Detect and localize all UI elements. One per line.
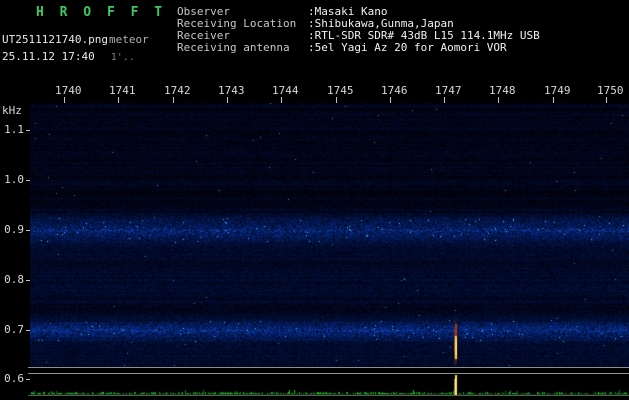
x-tick-label: 1749 — [544, 84, 571, 97]
spectrogram-plot — [30, 103, 629, 367]
app-title: H R O F F T — [36, 5, 167, 20]
x-tick-label: 1743 — [218, 84, 245, 97]
x-tick-label: 1747 — [435, 84, 462, 97]
x-tick-label: 1750 — [597, 84, 624, 97]
y-tick-label: 0.7 — [4, 323, 24, 336]
y-tick-label: 0.8 — [4, 273, 24, 286]
x-tick-label: 1748 — [489, 84, 516, 97]
y-tick-label: 1.0 — [4, 173, 24, 186]
time-line: 25.11.12 17:40 1'.. — [2, 50, 135, 63]
info-label: Receiving antenna — [177, 41, 290, 54]
station-tag: meteor — [108, 33, 149, 46]
y-axis-unit: kHz — [2, 104, 22, 117]
time-suffix: 1'.. — [110, 52, 135, 63]
spectrogram-canvas — [30, 103, 629, 367]
y-tick-label: 1.1 — [4, 123, 24, 136]
signal-level-canvas — [30, 374, 629, 395]
info-row-antenna: Receiving antenna :5el Yagi Az 20 for Ao… — [177, 42, 540, 54]
x-tick-label: 1742 — [164, 84, 191, 97]
separator-line — [28, 367, 629, 368]
x-tick-label: 1744 — [272, 84, 299, 97]
separator-line — [28, 395, 629, 396]
local-time: 25.11.12 17:40 — [2, 50, 95, 63]
output-filename: UT2511121740.png — [2, 33, 108, 46]
x-tick-label: 1745 — [327, 84, 354, 97]
y-tick-label: 0.6 — [4, 372, 24, 385]
signal-level-strip — [30, 374, 629, 395]
x-tick-label: 1741 — [109, 84, 136, 97]
info-value: :5el Yagi Az 20 for Aomori VOR — [308, 41, 507, 54]
hrofft-screen: H R O F F T UT2511121740.pngmeteor 25.11… — [0, 0, 629, 400]
y-tick-label: 0.9 — [4, 223, 24, 236]
x-tick-label: 1746 — [381, 84, 408, 97]
x-tick-label: 1740 — [55, 84, 82, 97]
station-info: Observer :Masaki Kano Receiving Location… — [177, 6, 540, 54]
file-line: UT2511121740.pngmeteor — [2, 33, 149, 46]
